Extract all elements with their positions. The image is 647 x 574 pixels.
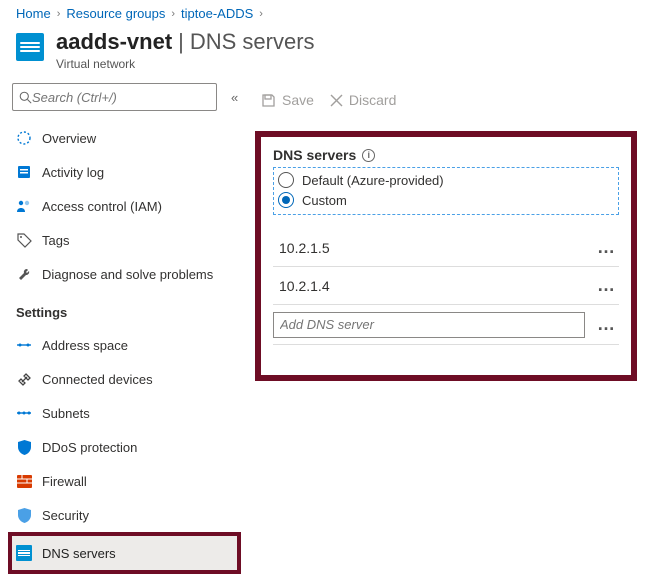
plug-icon — [16, 371, 32, 387]
more-menu-icon[interactable]: … — [593, 314, 617, 335]
radio-default[interactable]: Default (Azure-provided) — [278, 170, 614, 190]
discard-button[interactable]: Discard — [330, 92, 396, 108]
collapse-sidebar-icon[interactable]: « — [227, 90, 242, 105]
search-input[interactable] — [32, 90, 210, 105]
settings-section-header: Settings — [12, 291, 245, 328]
radio-checked-icon — [278, 192, 294, 208]
more-menu-icon[interactable]: … — [593, 237, 617, 258]
dns-server-value: 10.2.1.5 — [279, 240, 330, 256]
dns-server-list: 10.2.1.5 … 10.2.1.4 … … — [273, 229, 619, 345]
sidebar-item-address-space[interactable]: Address space — [12, 328, 245, 362]
breadcrumb-resource-groups[interactable]: Resource groups — [66, 6, 165, 21]
radio-icon — [278, 172, 294, 188]
page-subtitle: Virtual network — [56, 57, 315, 71]
page-title: aadds-vnet | DNS servers — [56, 29, 315, 55]
save-button[interactable]: Save — [261, 92, 314, 108]
security-shield-icon — [16, 507, 32, 523]
chevron-right-icon: › — [57, 8, 61, 20]
vnet-icon — [16, 545, 32, 561]
dns-server-value: 10.2.1.4 — [279, 278, 330, 294]
sidebar-item-activity-log[interactable]: Activity log — [12, 155, 245, 189]
wrench-icon — [16, 266, 32, 282]
people-icon — [16, 198, 32, 214]
info-icon[interactable]: i — [362, 149, 375, 162]
dns-radio-group: Default (Azure-provided) Custom — [273, 167, 619, 215]
sidebar: « Overview Activity log Access control (… — [0, 83, 245, 574]
virtual-network-icon — [16, 33, 44, 61]
page-title-row: aadds-vnet | DNS servers Virtual network — [0, 25, 647, 83]
dns-server-row: 10.2.1.4 … — [273, 267, 619, 305]
highlighted-menu-item: DNS servers — [8, 532, 241, 574]
main-content: Save Discard DNS servers i Default (Azur… — [245, 83, 647, 574]
search-icon — [19, 91, 32, 104]
sidebar-item-tags[interactable]: Tags — [12, 223, 245, 257]
firewall-icon — [16, 473, 32, 489]
sidebar-item-ddos[interactable]: DDoS protection — [12, 430, 245, 464]
sidebar-item-access-control[interactable]: Access control (IAM) — [12, 189, 245, 223]
sidebar-item-firewall[interactable]: Firewall — [12, 464, 245, 498]
dns-servers-panel: DNS servers i Default (Azure-provided) C… — [255, 131, 637, 381]
shield-icon — [16, 439, 32, 455]
tag-icon — [16, 232, 32, 248]
command-bar: Save Discard — [255, 83, 637, 117]
save-icon — [261, 93, 276, 108]
add-dns-server-input[interactable] — [273, 312, 585, 338]
log-icon — [16, 164, 32, 180]
subnets-icon — [16, 405, 32, 421]
add-dns-server-row: … — [273, 305, 619, 345]
chevron-right-icon: › — [171, 8, 175, 20]
sidebar-item-security[interactable]: Security — [12, 498, 245, 532]
sidebar-search[interactable] — [12, 83, 217, 111]
breadcrumb-home[interactable]: Home — [16, 6, 51, 21]
globe-icon — [16, 130, 32, 146]
sidebar-item-overview[interactable]: Overview — [12, 121, 245, 155]
breadcrumb: Home › Resource groups › tiptoe-ADDS › — [0, 0, 647, 25]
chevron-right-icon: › — [259, 8, 263, 20]
panel-heading: DNS servers i — [273, 147, 619, 163]
address-space-icon — [16, 337, 32, 353]
breadcrumb-parent-resource[interactable]: tiptoe-ADDS — [181, 6, 253, 21]
sidebar-item-subnets[interactable]: Subnets — [12, 396, 245, 430]
dns-server-row: 10.2.1.5 … — [273, 229, 619, 267]
close-icon — [330, 94, 343, 107]
sidebar-item-diagnose[interactable]: Diagnose and solve problems — [12, 257, 245, 291]
radio-custom[interactable]: Custom — [278, 190, 614, 210]
sidebar-item-dns-servers[interactable]: DNS servers — [12, 536, 237, 570]
more-menu-icon[interactable]: … — [593, 275, 617, 296]
sidebar-item-connected-devices[interactable]: Connected devices — [12, 362, 245, 396]
